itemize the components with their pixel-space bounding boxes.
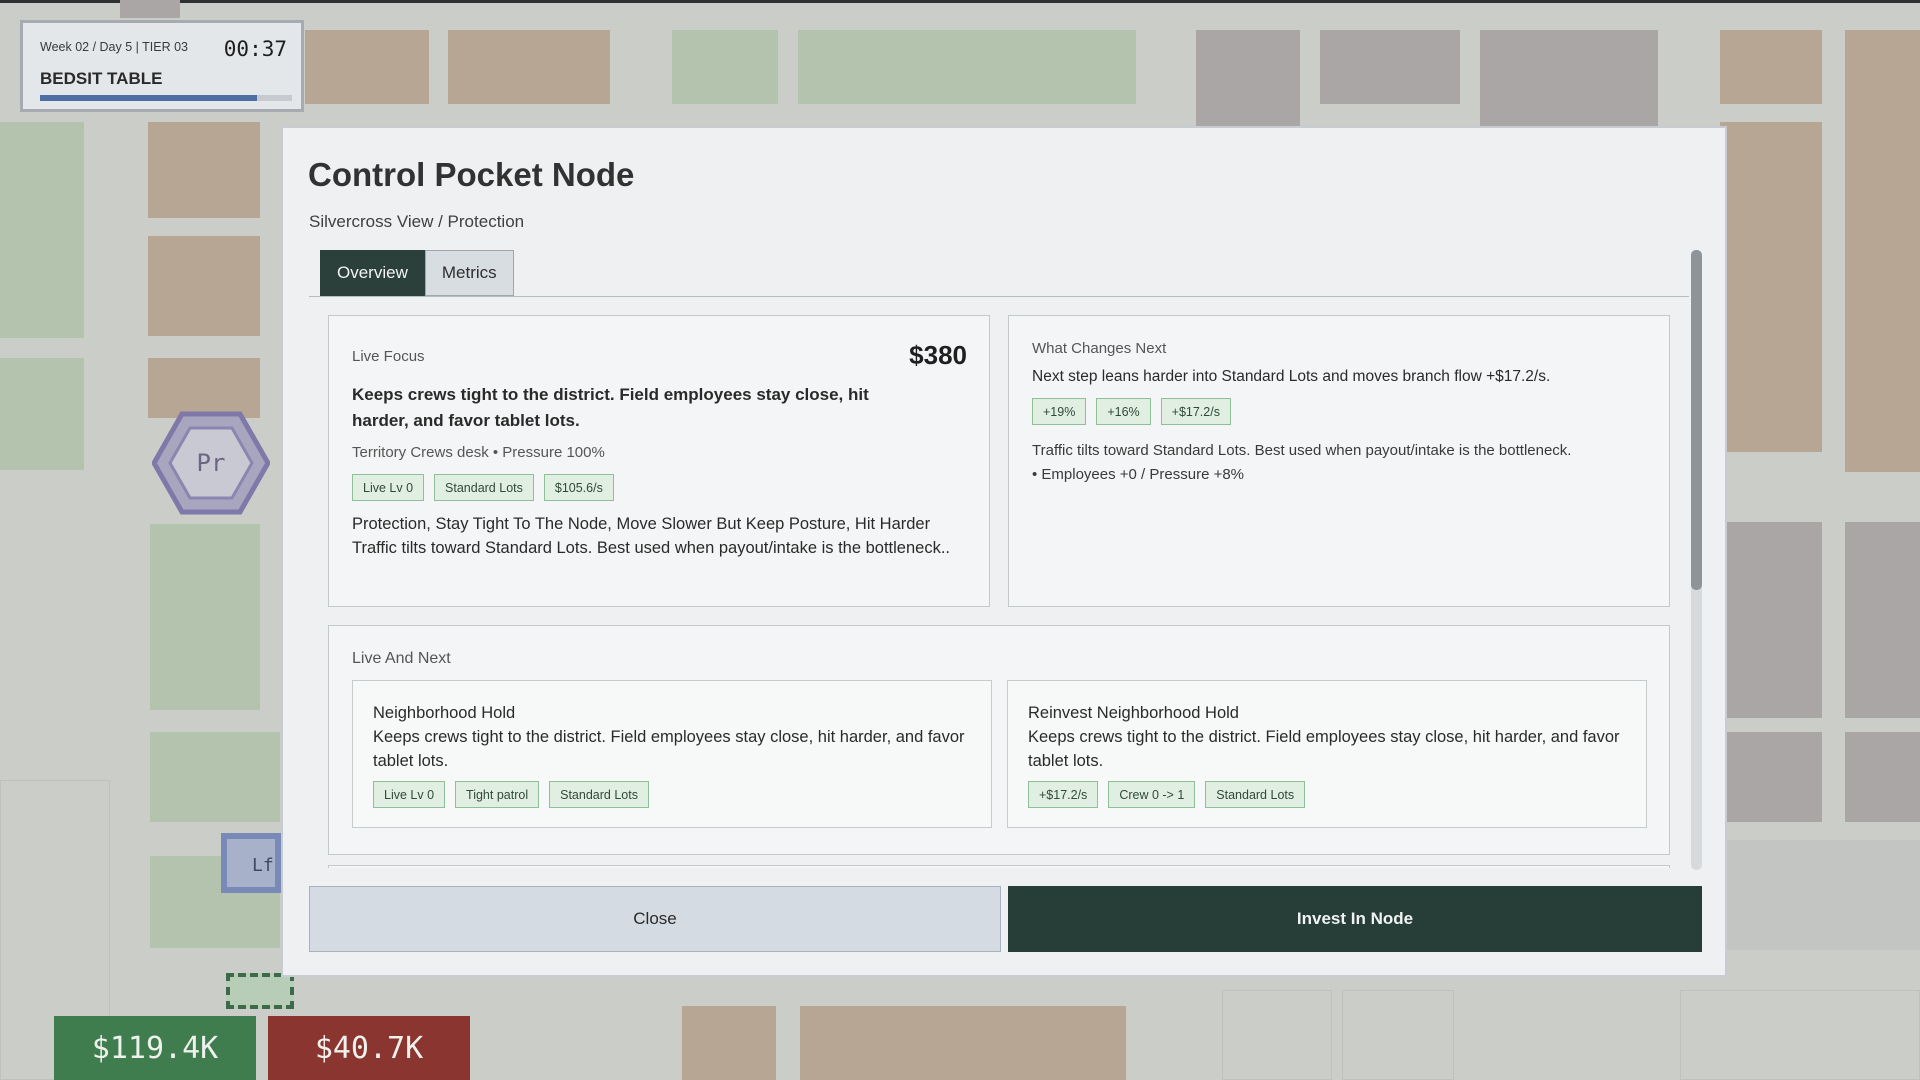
map-block [672,30,778,104]
map-block [1845,522,1920,718]
hud-title: BEDSIT TABLE [40,69,163,88]
chip-standard-lots: Standard Lots [434,474,534,501]
map-block [1720,30,1822,104]
card-reinvest-neighborhood-hold: Reinvest Neighborhood Hold Keeps crews t… [1007,680,1647,828]
day-progress-fill [40,95,257,101]
map-block [800,1006,1126,1080]
map-hex-top-fragment [120,0,180,18]
chip-standard-lots: Standard Lots [549,781,649,808]
chip-delta-3: +$17.2/s [1160,398,1231,425]
top-edge-line [0,0,1920,3]
card-chips: Live Lv 0 Tight patrol Standard Lots [373,781,971,808]
modal-scroll-thumb[interactable] [1691,250,1702,590]
map-block [1480,30,1658,130]
card-body: Keeps crews tight to the district. Field… [1028,728,1620,770]
chip-crew-change: Crew 0 -> 1 [1108,781,1196,808]
map-block [448,30,610,104]
live-focus-label: Live Focus [352,348,425,365]
map-block [1720,522,1822,718]
map-node-pr-label: Pr [196,449,226,477]
close-button[interactable]: Close [309,886,1001,952]
map-node-lf-label: Lf [252,855,274,876]
what-next-bullet: • Employees +0 / Pressure +8% [1032,466,1245,483]
map-block [150,732,280,822]
chip-live-level: Live Lv 0 [373,781,446,808]
tab-overview[interactable]: Overview [320,250,425,296]
map-block [0,358,84,470]
what-changes-next-panel: What Changes Next Next step leans harder… [1008,315,1670,607]
what-next-label: What Changes Next [1032,340,1167,357]
chip-tight-patrol: Tight patrol [455,781,540,808]
what-next-chips: +19% +16% +$17.2/s [1032,398,1231,425]
card-neighborhood-hold: Neighborhood Hold Keeps crews tight to t… [352,680,992,828]
map-outline-block [1222,990,1332,1080]
map-block [1845,236,1920,472]
debt-balance: $40.7K [268,1016,470,1080]
map-block [1320,30,1460,104]
map-block [1720,732,1822,822]
card-title: Reinvest Neighborhood Hold [1028,704,1239,722]
map-block [150,524,260,710]
map-node-pr[interactable]: Pr [151,410,271,516]
day-progress-bar [40,95,292,101]
chip-delta-2: +16% [1096,398,1151,425]
map-block [148,122,260,218]
live-focus-price: $380 [909,340,967,370]
live-focus-panel: Live Focus $380 Keeps crews tight to the… [328,315,990,607]
map-block [682,1006,776,1080]
chip-income-delta: +$17.2/s [1028,781,1099,808]
day-timer: 00:37 [223,37,287,61]
card-chips: +$17.2/s Crew 0 -> 1 Standard Lots [1028,781,1626,808]
what-next-note: Traffic tilts toward Standard Lots. Best… [1032,442,1572,459]
card-body: Keeps crews tight to the district. Field… [373,728,965,770]
cash-balance: $119.4K [54,1016,256,1080]
chip-live-level: Live Lv 0 [352,474,425,501]
modal-subtitle: Silvercross View / Protection [309,212,525,231]
map-block [305,30,429,104]
map-block [148,358,260,418]
map-block [1720,840,1920,950]
live-focus-description: Protection, Stay Tight To The Node, Move… [352,515,950,557]
week-day-tier: Week 02 / Day 5 | TIER 03 [40,40,188,54]
live-focus-meta: Territory Crews desk • Pressure 100% [352,444,605,461]
what-next-headline: Next step leans harder into Standard Lot… [1032,368,1551,385]
map-block [1196,30,1300,130]
next-section-panel-partial [328,865,1670,868]
map-block [1720,122,1822,452]
modal-scrollbar[interactable] [1691,250,1702,870]
modal-tabs: Overview Metrics [320,250,514,296]
card-title: Neighborhood Hold [373,704,516,722]
tab-metrics[interactable]: Metrics [424,250,514,296]
chip-standard-lots: Standard Lots [1205,781,1306,808]
live-and-next-label: Live And Next [352,650,451,667]
chip-delta-1: +19% [1032,398,1087,425]
map-node-pending[interactable] [226,973,294,1009]
day-hud: Week 02 / Day 5 | TIER 03 00:37 BEDSIT T… [20,20,304,112]
invest-in-node-button[interactable]: Invest In Node [1008,886,1702,952]
chip-income-rate: $105.6/s [543,474,614,501]
live-focus-chips: Live Lv 0 Standard Lots $105.6/s [352,474,614,501]
map-block [148,236,260,336]
live-and-next-panel: Live And Next Neighborhood Hold Keeps cr… [328,625,1670,855]
map-node-lf[interactable]: Lf [221,833,281,893]
live-focus-headline: Keeps crews tight to the district. Field… [352,385,869,430]
node-modal: Control Pocket Node Silvercross View / P… [281,126,1727,977]
map-outline-block [1342,990,1454,1080]
map-block [1845,732,1920,822]
modal-scroll-area[interactable]: Live Focus $380 Keeps crews tight to the… [309,296,1689,868]
modal-title: Control Pocket Node [308,156,635,193]
map-outline-block [1680,990,1920,1080]
map-block [798,30,1136,104]
map-block [0,122,84,338]
